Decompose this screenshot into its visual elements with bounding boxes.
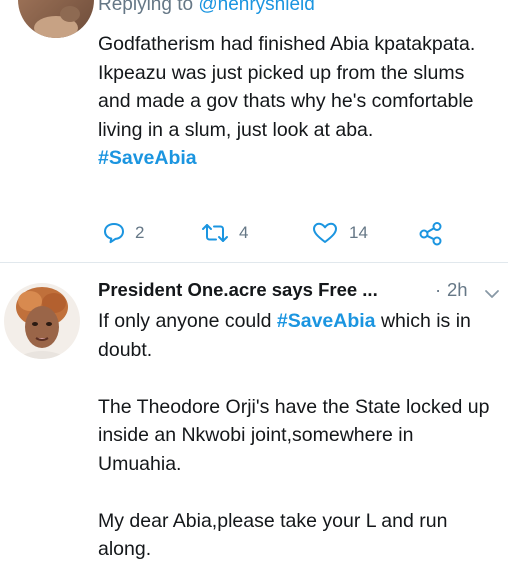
tweet-1[interactable]: Replying to @henryshield Godfatherism ha…	[0, 0, 508, 262]
hashtag-link[interactable]: #SaveAbia	[98, 147, 197, 169]
share-icon	[418, 220, 444, 246]
like-count: 14	[349, 223, 368, 242]
retweet-icon	[200, 221, 230, 245]
reply-icon	[102, 221, 126, 245]
separator-dot: ·	[435, 279, 442, 300]
tweet-2[interactable]: President One.acre says Free ... · 2h If…	[0, 263, 508, 569]
retweet-count: 4	[239, 223, 249, 242]
tweet-actions: 2 4 14	[100, 218, 500, 248]
tweet-header: President One.acre says Free ... · 2h	[98, 279, 500, 307]
share-button[interactable]	[418, 218, 444, 248]
timestamp-link[interactable]: 2h	[447, 279, 468, 301]
author-name-link[interactable]: President One.acre says Free ...	[98, 279, 378, 300]
avatar[interactable]	[18, 0, 94, 38]
retweet-button[interactable]: 4	[200, 218, 248, 248]
reply-button[interactable]: 2	[102, 218, 144, 248]
hashtag-link[interactable]: #SaveAbia	[277, 310, 376, 332]
like-icon	[312, 221, 338, 245]
like-button[interactable]: 14	[312, 218, 368, 248]
tweet-text-after: which is in doubt. The Theodore Orji's h…	[98, 310, 490, 560]
replying-to: Replying to @henryshield	[98, 0, 315, 16]
tweet-text: If only anyone could #SaveAbia which is …	[98, 307, 502, 564]
avatar[interactable]	[4, 283, 80, 359]
tweet-body: Godfatherism had finished Abia kpatakpat…	[98, 33, 481, 141]
tweet-text-before: If only anyone could	[98, 310, 277, 332]
reply-handle-link[interactable]: @henryshield	[198, 0, 314, 15]
chevron-down-icon[interactable]	[484, 283, 500, 305]
tweet-text: Godfatherism had finished Abia kpatakpat…	[98, 30, 498, 173]
reply-prefix: Replying to	[98, 0, 194, 15]
reply-count: 2	[135, 223, 145, 242]
